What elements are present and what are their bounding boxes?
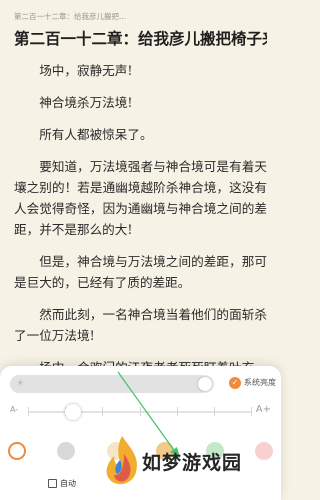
font-size-slider[interactable]: A- A+ bbox=[10, 403, 271, 421]
running-title: 第二百一十二章：给我彦儿搬把... bbox=[14, 12, 127, 21]
reader-content: 第二百一十二章：给我彦儿搬把椅子来! 场中，寂静无声! 神合境杀万法境! 所有人… bbox=[14, 28, 267, 410]
paragraph: 所有人都被惊呆了。 bbox=[39, 127, 153, 142]
auto-icon bbox=[48, 479, 57, 488]
watermark-flame-icon bbox=[106, 436, 137, 485]
system-brightness-label: 系统亮度 bbox=[244, 378, 276, 387]
auto-button[interactable]: 自动 bbox=[48, 478, 76, 489]
watermark-logo: 如梦游戏园 bbox=[100, 434, 270, 494]
system-brightness-checkbox[interactable]: ✓ bbox=[229, 377, 241, 389]
sun-icon: ☀ bbox=[16, 379, 25, 389]
font-size-tick bbox=[176, 407, 178, 416]
font-size-tick bbox=[213, 407, 215, 416]
theme-swatch[interactable] bbox=[8, 442, 26, 460]
brightness-thumb[interactable] bbox=[198, 377, 212, 391]
paragraph: 要知道，万法境强者与神合境可是有着天壤之别的！若是通幽境越阶杀神合境，这没有人会… bbox=[14, 159, 267, 237]
theme-swatch[interactable] bbox=[57, 442, 76, 460]
font-size-tick bbox=[102, 407, 104, 416]
watermark-text: 如梦游戏园 bbox=[142, 452, 243, 474]
font-size-track[interactable] bbox=[28, 404, 252, 420]
paragraph: 然而此刻，一名神合境当着他们的面斩杀了一位万法境! bbox=[14, 307, 267, 343]
font-size-tick bbox=[28, 407, 29, 416]
brightness-slider[interactable]: ☀ bbox=[10, 375, 214, 393]
font-size-thumb[interactable] bbox=[65, 404, 82, 420]
auto-label: 自动 bbox=[60, 479, 76, 488]
brightness-fill bbox=[10, 375, 208, 393]
font-size-tick bbox=[139, 407, 141, 416]
paragraph: 神合境杀万法境! bbox=[39, 95, 133, 110]
chapter-title: 第二百一十二章：给我彦儿搬把椅子来! bbox=[14, 30, 267, 48]
paragraph: 但是，神合境与万法境之间的差距，那可是巨大的，已经有了质的差距。 bbox=[14, 254, 267, 290]
font-decrease-label[interactable]: A- bbox=[10, 405, 18, 414]
font-increase-label[interactable]: A+ bbox=[256, 404, 271, 415]
font-size-tick bbox=[251, 407, 252, 416]
paragraph: 场中，寂静无声! bbox=[39, 63, 133, 78]
